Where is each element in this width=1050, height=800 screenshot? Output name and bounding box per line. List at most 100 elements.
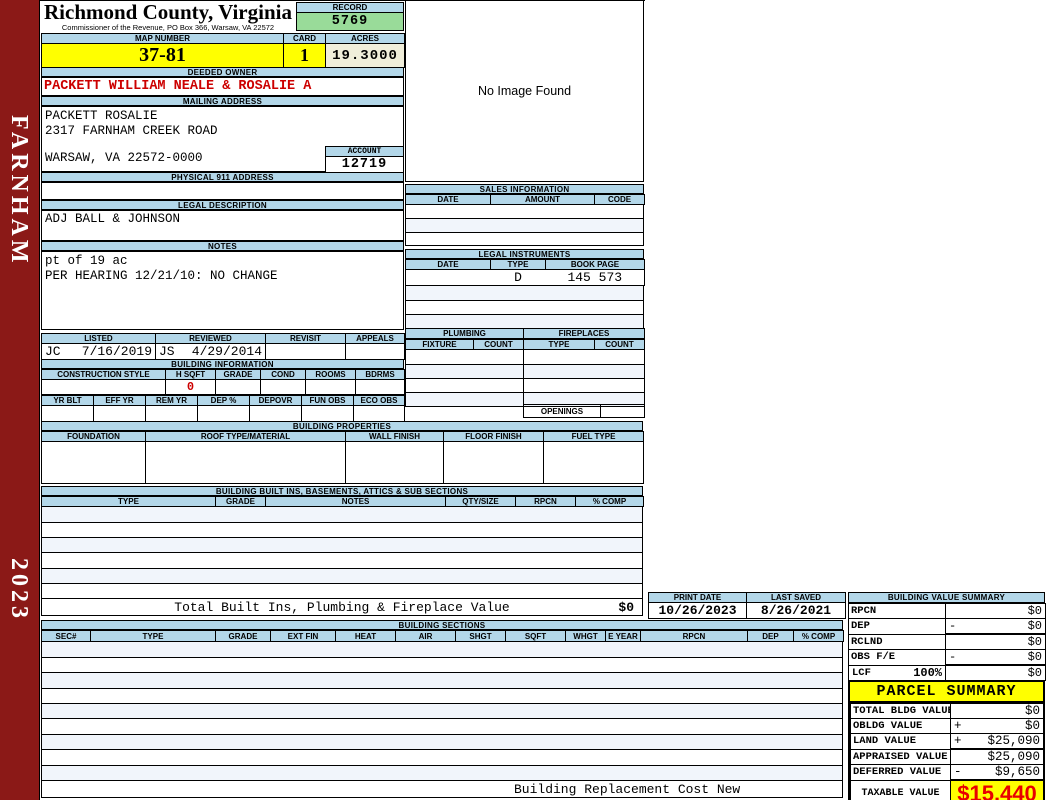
fireplace-count-label: COUNT	[594, 339, 645, 350]
legal-instruments-row	[405, 300, 644, 315]
bs-heat-label: HEAT	[335, 630, 396, 642]
funobs-label: FUN OBS	[301, 395, 354, 406]
bs-extfin-label: EXT FIN	[270, 630, 336, 642]
reviewed-value: JS 4/29/2014	[155, 343, 266, 360]
bi-rpcn-label: RPCN	[515, 496, 576, 507]
building-replacement-label: Building Replacement Cost New	[514, 782, 741, 797]
taxable-value-label: TAXABLE VALUE	[850, 779, 951, 800]
built-ins-row	[41, 522, 643, 539]
built-ins-total-value: $0	[618, 600, 634, 615]
bvs-rpcn-value: $0	[945, 603, 1046, 619]
mailing-line-1: PACKETT ROSALIE	[45, 109, 158, 123]
wallfinish-label: WALL FINISH	[345, 431, 444, 442]
notes-header: NOTES	[41, 241, 404, 251]
plumbing-count-label: COUNT	[473, 339, 524, 350]
built-ins-row	[41, 507, 643, 523]
construction-style-value	[41, 379, 166, 395]
revisit-label: REVISIT	[265, 333, 346, 344]
review-table: LISTED REVIEWED REVISIT APPEALS JC 7/16/2…	[41, 333, 405, 360]
fireplaces-header: FIREPLACES	[523, 328, 645, 339]
property-image-panel: No Image Found	[405, 0, 644, 182]
acres-value: 19.3000	[325, 43, 405, 68]
mailing-address: PACKETT ROSALIE 2317 FARNHAM CREEK ROAD …	[41, 106, 404, 173]
last-saved-value: 8/26/2021	[746, 602, 846, 619]
tax-year: 2023	[6, 558, 32, 622]
rooms-label: ROOMS	[305, 369, 356, 380]
building-value-summary-header: BUILDING VALUE SUMMARY	[848, 592, 1045, 603]
bs-air-label: AIR	[395, 630, 456, 642]
plumbing-header: PLUMBING	[405, 328, 524, 339]
building-information-table: CONSTRUCTION STYLE H SQFT GRADE COND ROO…	[41, 369, 405, 422]
legal-description-header: LEGAL DESCRIPTION	[41, 200, 404, 210]
card-value: 1	[283, 43, 326, 68]
bvs-lcf-value: $0	[945, 664, 1046, 681]
building-sections-header: BUILDING SECTIONS	[41, 620, 843, 630]
building-sections-row	[41, 688, 843, 705]
print-date-label: PRINT DATE	[648, 592, 747, 603]
district-name: FARNHAM	[6, 115, 32, 267]
floorfinish-label: FLOOR FINISH	[443, 431, 544, 442]
built-ins-header: BUILDING BUILT INS, BASEMENTS, ATTICS & …	[41, 486, 643, 496]
li-type-label: TYPE	[490, 259, 546, 270]
ps-obldg-value: + $0	[950, 718, 1044, 734]
last-saved-label: LAST SAVED	[746, 592, 846, 603]
notes-line-1: pt of 19 ac	[45, 254, 128, 268]
li-row-bookpage: 145 573	[545, 269, 645, 286]
li-date-label: DATE	[405, 259, 491, 270]
ps-land-label: LAND VALUE	[850, 733, 951, 750]
bs-eyear-label: E YEAR	[605, 630, 641, 642]
grade-label: GRADE	[215, 369, 261, 380]
print-info-table: PRINT DATE LAST SAVED 10/26/2023 8/26/20…	[648, 592, 846, 619]
bs-dep-label: DEP	[747, 630, 794, 642]
bs-whgt-label: WHGT	[565, 630, 606, 642]
legal-instruments-header: LEGAL INSTRUMENTS	[405, 249, 644, 259]
built-ins-row	[41, 568, 643, 584]
construction-style-label: CONSTRUCTION STYLE	[41, 369, 166, 380]
foundation-label: FOUNDATION	[41, 431, 146, 442]
building-properties-header: BUILDING PROPERTIES	[41, 421, 643, 431]
sales-row	[405, 232, 644, 247]
map-number-label: MAP NUMBER	[41, 33, 284, 44]
bs-rpcn-label: RPCN	[640, 630, 748, 642]
sales-row	[405, 218, 644, 233]
building-sections-row	[41, 642, 843, 658]
hsqft-label: H SQFT	[165, 369, 216, 380]
listed-label: LISTED	[41, 333, 156, 344]
card-label: CARD	[283, 33, 326, 44]
building-sections-row	[41, 703, 843, 720]
record-table: RECORD 5769	[296, 2, 404, 31]
cond-label: COND	[260, 369, 306, 380]
li-row-date	[405, 269, 491, 286]
taxable-value: $15,440	[950, 779, 1044, 800]
property-record-card: FARNHAM 2023 Richmond County, Virginia C…	[0, 0, 1050, 800]
sales-information-header: SALES INFORMATION	[405, 184, 644, 194]
building-properties-table: FOUNDATION ROOF TYPE/MATERIAL WALL FINIS…	[41, 431, 644, 484]
sales-code-label: CODE	[594, 194, 645, 205]
notes-line-2: PER HEARING 12/21/10: NO CHANGE	[45, 269, 278, 283]
bs-sqft-label: SQFT	[505, 630, 566, 642]
bdrms-label: BDRMS	[355, 369, 405, 380]
remyr-label: REM YR	[145, 395, 198, 406]
mailing-line-2: 2317 FARNHAM CREEK ROAD	[45, 124, 218, 138]
listed-value: JC 7/16/2019	[41, 343, 156, 360]
account-value: 12719	[325, 156, 404, 173]
built-ins-row	[41, 552, 643, 569]
legal-instruments-row	[405, 314, 644, 329]
physical-address-header: PHYSICAL 911 ADDRESS	[41, 172, 404, 182]
map-card-acres-table: MAP NUMBER CARD ACRES 37-81 1 19.3000	[41, 33, 405, 68]
county-header: Richmond County, Virginia Commissioner o…	[41, 1, 295, 33]
built-ins-row	[41, 537, 643, 554]
roof-label: ROOF TYPE/MATERIAL	[145, 431, 346, 442]
reviewed-label: REVIEWED	[155, 333, 266, 344]
bvs-rclnd-label: RCLND	[848, 633, 946, 650]
bs-sec-label: SEC#	[41, 630, 91, 642]
appeals-label: APPEALS	[345, 333, 405, 344]
page-title: Richmond County, Virginia	[44, 0, 292, 24]
mailing-address-header: MAILING ADDRESS	[41, 96, 404, 106]
yrblt-label: YR BLT	[41, 395, 94, 406]
bs-comp-label: % COMP	[793, 630, 844, 642]
built-ins-table: TYPE GRADE NOTES QTY/SIZE RPCN % COMP	[41, 496, 644, 600]
ps-deferred-value: - $9,650	[950, 764, 1044, 781]
record-value: 5769	[296, 12, 404, 31]
bvs-obsfe-value: - $0	[945, 649, 1046, 666]
